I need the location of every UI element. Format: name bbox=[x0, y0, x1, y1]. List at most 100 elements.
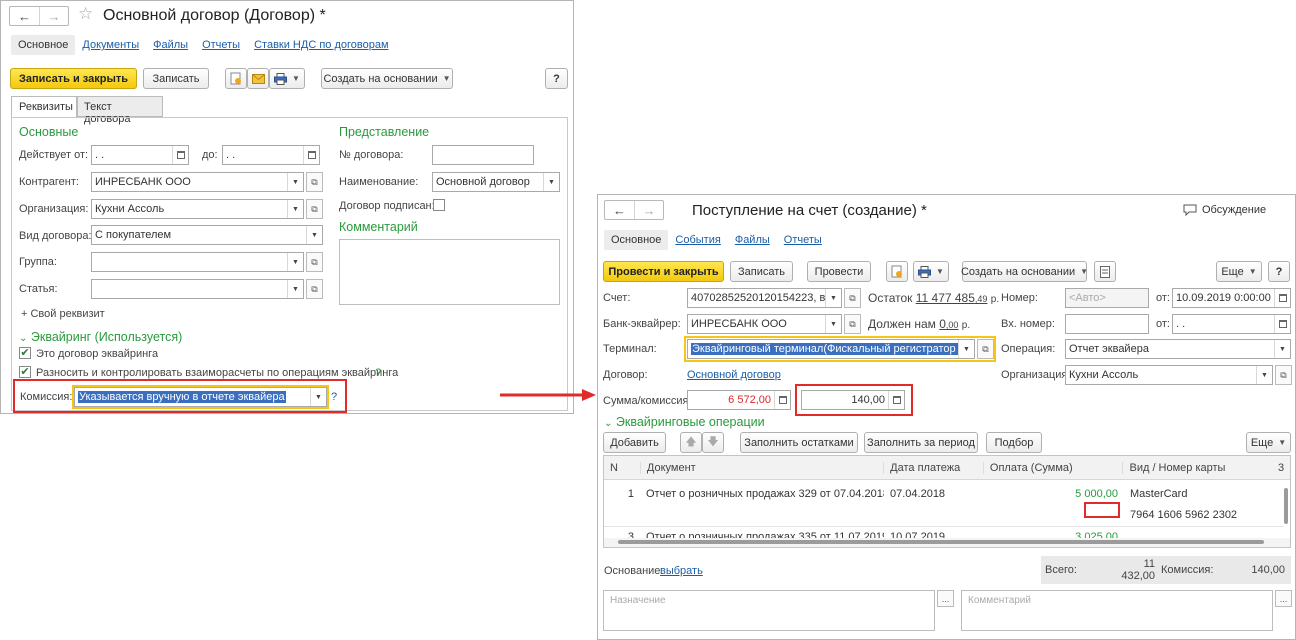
operations-more-button[interactable]: Еще ▼ bbox=[1246, 432, 1291, 453]
save-button[interactable]: Записать bbox=[730, 261, 793, 282]
calendar-icon[interactable] bbox=[1274, 289, 1290, 307]
chevron-down-icon[interactable]: ▼ bbox=[1256, 366, 1272, 384]
valid-from-field[interactable]: . . bbox=[91, 145, 189, 165]
forward-arrow-icon[interactable]: → bbox=[634, 201, 663, 219]
incoming-number-field[interactable] bbox=[1065, 314, 1149, 334]
move-down-button[interactable]: 🡇 bbox=[702, 432, 724, 453]
chevron-down-icon[interactable]: ▼ bbox=[825, 289, 841, 307]
acquiring-bank-field[interactable]: ИНРЕСБАНК ООО ▼ bbox=[687, 314, 842, 334]
col-n-header[interactable]: N bbox=[604, 462, 640, 474]
tab-vat-rates[interactable]: Ставки НДС по договорам bbox=[247, 35, 395, 55]
create-based-on-button[interactable]: Создать на основании ▼ bbox=[961, 261, 1088, 282]
comment-textarea[interactable] bbox=[339, 239, 560, 305]
subtab-contract-text[interactable]: Текст договора bbox=[77, 96, 163, 125]
calendar-icon[interactable] bbox=[303, 146, 319, 164]
tab-events[interactable]: События bbox=[668, 230, 727, 250]
date-field[interactable]: 10.09.2019 0:00:00 bbox=[1172, 288, 1291, 308]
organization-field[interactable]: Кухни Ассоль ▼ bbox=[91, 199, 304, 219]
fill-period-button[interactable]: Заполнить за период bbox=[864, 432, 978, 453]
vertical-scrollbar[interactable] bbox=[1282, 480, 1290, 538]
chevron-down-icon[interactable]: ▼ bbox=[825, 315, 841, 333]
print-button[interactable]: ▼ bbox=[913, 261, 949, 282]
help-button[interactable]: ? bbox=[545, 68, 568, 89]
chevron-down-icon[interactable]: ▼ bbox=[543, 173, 559, 191]
email-button[interactable] bbox=[247, 68, 269, 89]
horizontal-scrollbar[interactable] bbox=[604, 538, 1290, 547]
acquiring-operations-heading[interactable]: ⌄ Эквайринговые операции bbox=[604, 415, 765, 429]
col-amount-header[interactable]: Оплата (Сумма) bbox=[982, 461, 1123, 474]
chevron-down-icon[interactable]: ▼ bbox=[287, 173, 303, 191]
incoming-date-field[interactable]: . . bbox=[1172, 314, 1291, 334]
tab-reports[interactable]: Отчеты bbox=[195, 35, 247, 55]
selection-button[interactable]: Подбор bbox=[986, 432, 1042, 453]
print-button[interactable]: ▼ bbox=[269, 68, 305, 89]
open-bank-icon[interactable]: ⧉ bbox=[844, 314, 861, 334]
back-arrow-icon[interactable]: ← bbox=[10, 7, 39, 25]
col-payment-date-header[interactable]: Дата платежа bbox=[883, 461, 983, 474]
contract-link[interactable]: Основной договор bbox=[687, 369, 781, 381]
account-field[interactable]: 40702852520120154223, в 044 ▼ bbox=[687, 288, 842, 308]
contract-type-field[interactable]: С покупателем ▼ bbox=[91, 225, 323, 245]
back-arrow-icon[interactable]: ← bbox=[605, 201, 634, 219]
table-row[interactable]: 1 Отчет о розничных продажах 329 от 07.0… bbox=[604, 484, 1284, 504]
contract-number-field[interactable] bbox=[432, 145, 534, 165]
tab-reports[interactable]: Отчеты bbox=[777, 230, 829, 250]
move-up-button[interactable]: 🡅 bbox=[680, 432, 702, 453]
calendar-icon[interactable] bbox=[172, 146, 188, 164]
report-button[interactable] bbox=[1094, 261, 1116, 282]
open-counterparty-icon[interactable]: ⧉ bbox=[306, 172, 323, 192]
open-organization-icon[interactable]: ⧉ bbox=[306, 199, 323, 219]
calendar-icon[interactable] bbox=[1274, 315, 1290, 333]
article-field[interactable]: ▼ bbox=[91, 279, 304, 299]
operation-field[interactable]: Отчет эквайера ▼ bbox=[1065, 339, 1291, 359]
tab-files[interactable]: Файлы bbox=[728, 230, 777, 250]
comment-expand-button[interactable]: ... bbox=[1275, 590, 1292, 607]
chevron-down-icon[interactable]: ▼ bbox=[1274, 340, 1290, 358]
post-button[interactable]: Провести bbox=[807, 261, 871, 282]
acquiring-contract-checkbox[interactable]: ✔ bbox=[19, 347, 31, 359]
comment-textarea[interactable]: Комментарий bbox=[961, 590, 1273, 631]
col-document-header[interactable]: Документ bbox=[639, 461, 883, 474]
tab-main[interactable]: Основное bbox=[11, 35, 76, 55]
acquiring-heading[interactable]: ⌄ Эквайринг (Используется) bbox=[19, 330, 182, 344]
chevron-down-icon[interactable]: ▼ bbox=[306, 226, 322, 244]
open-group-icon[interactable]: ⧉ bbox=[306, 252, 323, 272]
valid-to-field[interactable]: . . bbox=[222, 145, 320, 165]
counterparty-field[interactable]: ИНРЕСБАНК ООО ▼ bbox=[91, 172, 304, 192]
add-row-button[interactable]: Добавить bbox=[603, 432, 666, 453]
sum-field[interactable]: 6 572,00 bbox=[687, 390, 791, 410]
table-row-card[interactable]: 7964 1606 5962 2302 bbox=[604, 505, 1284, 525]
group-field[interactable]: ▼ bbox=[91, 252, 304, 272]
attach-file-button[interactable] bbox=[886, 261, 908, 282]
open-article-icon[interactable]: ⧉ bbox=[306, 279, 323, 299]
chevron-down-icon[interactable]: ▼ bbox=[287, 280, 303, 298]
favorite-star-icon[interactable]: ☆ bbox=[78, 4, 93, 24]
save-and-close-button[interactable]: Записать и закрыть bbox=[10, 68, 137, 89]
col-extra-header[interactable]: 3 bbox=[1272, 462, 1290, 474]
basis-select-link[interactable]: выбрать bbox=[660, 565, 703, 577]
settlement-control-checkbox[interactable]: ✔ bbox=[19, 366, 31, 378]
contract-signed-checkbox[interactable] bbox=[433, 199, 445, 211]
purpose-textarea[interactable]: Назначение bbox=[603, 590, 935, 631]
number-field[interactable]: <Авто> bbox=[1065, 288, 1149, 308]
subtab-requisites[interactable]: Реквизиты bbox=[11, 96, 77, 118]
create-based-on-button[interactable]: Создать на основании ▼ bbox=[321, 68, 453, 89]
help-button[interactable]: ? bbox=[1268, 261, 1290, 282]
col-card-header[interactable]: Вид / Номер карты bbox=[1122, 461, 1272, 474]
attach-file-button[interactable] bbox=[225, 68, 247, 89]
discussion-button[interactable]: Обсуждение bbox=[1183, 204, 1266, 216]
forward-arrow-icon[interactable]: → bbox=[39, 7, 68, 25]
add-custom-property-link[interactable]: + Свой реквизит bbox=[21, 308, 105, 320]
fill-remainders-button[interactable]: Заполнить остатками bbox=[740, 432, 858, 453]
tab-main[interactable]: Основное bbox=[604, 230, 669, 250]
contract-name-field[interactable]: Основной договор ▼ bbox=[432, 172, 560, 192]
open-account-icon[interactable]: ⧉ bbox=[844, 288, 861, 308]
more-button[interactable]: Еще ▼ bbox=[1216, 261, 1262, 282]
calculator-icon[interactable] bbox=[774, 391, 790, 409]
open-organization-icon[interactable]: ⧉ bbox=[1275, 365, 1292, 385]
post-and-close-button[interactable]: Провести и закрыть bbox=[603, 261, 724, 282]
organization-field[interactable]: Кухни Ассоль ▼ bbox=[1065, 365, 1273, 385]
chevron-down-icon[interactable]: ▼ bbox=[287, 200, 303, 218]
help-link[interactable]: ? bbox=[375, 367, 381, 379]
tab-documents[interactable]: Документы bbox=[75, 35, 146, 55]
